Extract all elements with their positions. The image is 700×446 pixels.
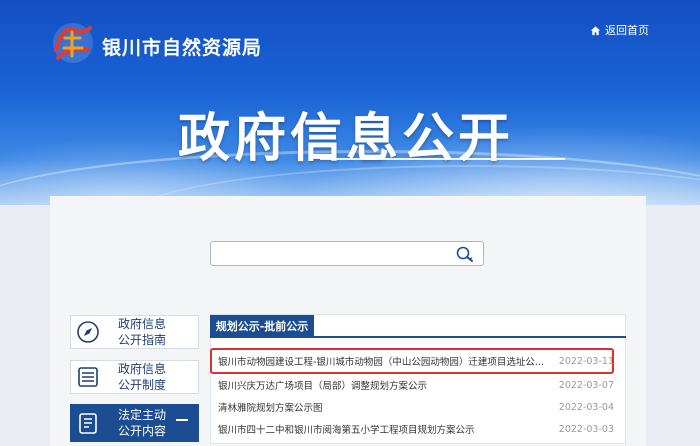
sidebar-item-system[interactable]: 政府信息 公开制度 <box>70 360 199 394</box>
compass-icon <box>71 315 105 349</box>
list-item-date: 2022-03-11 <box>558 355 614 367</box>
list-item-title: 银川市动物园建设工程-银川城市动物园（中山公园动物园）迁建项目选址公... <box>218 357 544 368</box>
list-icon <box>71 360 105 394</box>
sidebar-item-label: 法定主动 公开内容 <box>117 408 166 438</box>
home-link[interactable]: 返回首页 <box>590 22 649 38</box>
sidebar-item-label: 政府信息 公开指南 <box>117 317 166 347</box>
sidebar-item-label: 政府信息 公开制度 <box>117 362 166 392</box>
list-item-title: 银川兴庆万达广场项目（局部）调整规划方案公示 <box>218 381 428 392</box>
list-item-title: 银川市四十二中和银川市阅海第五小学工程项目规划方案公示 <box>218 425 475 436</box>
tab-approval-notice[interactable]: 规划公示-批前公示 <box>210 315 314 336</box>
document-icon <box>71 406 105 440</box>
collapse-icon[interactable] <box>176 419 188 421</box>
list-item-date: 2022-03-04 <box>558 401 614 413</box>
list-item-date: 2022-03-07 <box>558 379 614 391</box>
site-name: 银川市自然资源局 <box>102 37 263 59</box>
search-icon[interactable] <box>455 245 475 263</box>
home-icon <box>590 25 601 35</box>
tab-underline <box>210 336 626 338</box>
sidebar-item-guide[interactable]: 政府信息 公开指南 <box>70 315 199 349</box>
list-item[interactable]: 银川市动物园建设工程-银川城市动物园（中山公园动物园）迁建项目选址公... 20… <box>218 352 614 370</box>
home-link-label: 返回首页 <box>605 24 649 37</box>
list-item-date: 2022-03-03 <box>558 423 614 435</box>
search-input[interactable] <box>210 241 484 266</box>
sidebar-item-mandatory[interactable]: 法定主动 公开内容 <box>70 404 199 442</box>
list-item-title: 清林雅院规划方案公示图 <box>218 403 323 414</box>
title-underline <box>320 158 565 160</box>
list-item[interactable]: 银川市四十二中和银川市阅海第五小学工程项目规划方案公示 2022-03-03 <box>218 420 614 438</box>
list-item[interactable]: 清林雅院规划方案公示图 2022-03-04 <box>218 398 614 416</box>
list-item[interactable]: 银川兴庆万达广场项目（局部）调整规划方案公示 2022-03-07 <box>218 376 614 394</box>
gov-open-logo-icon[interactable] <box>50 20 96 66</box>
